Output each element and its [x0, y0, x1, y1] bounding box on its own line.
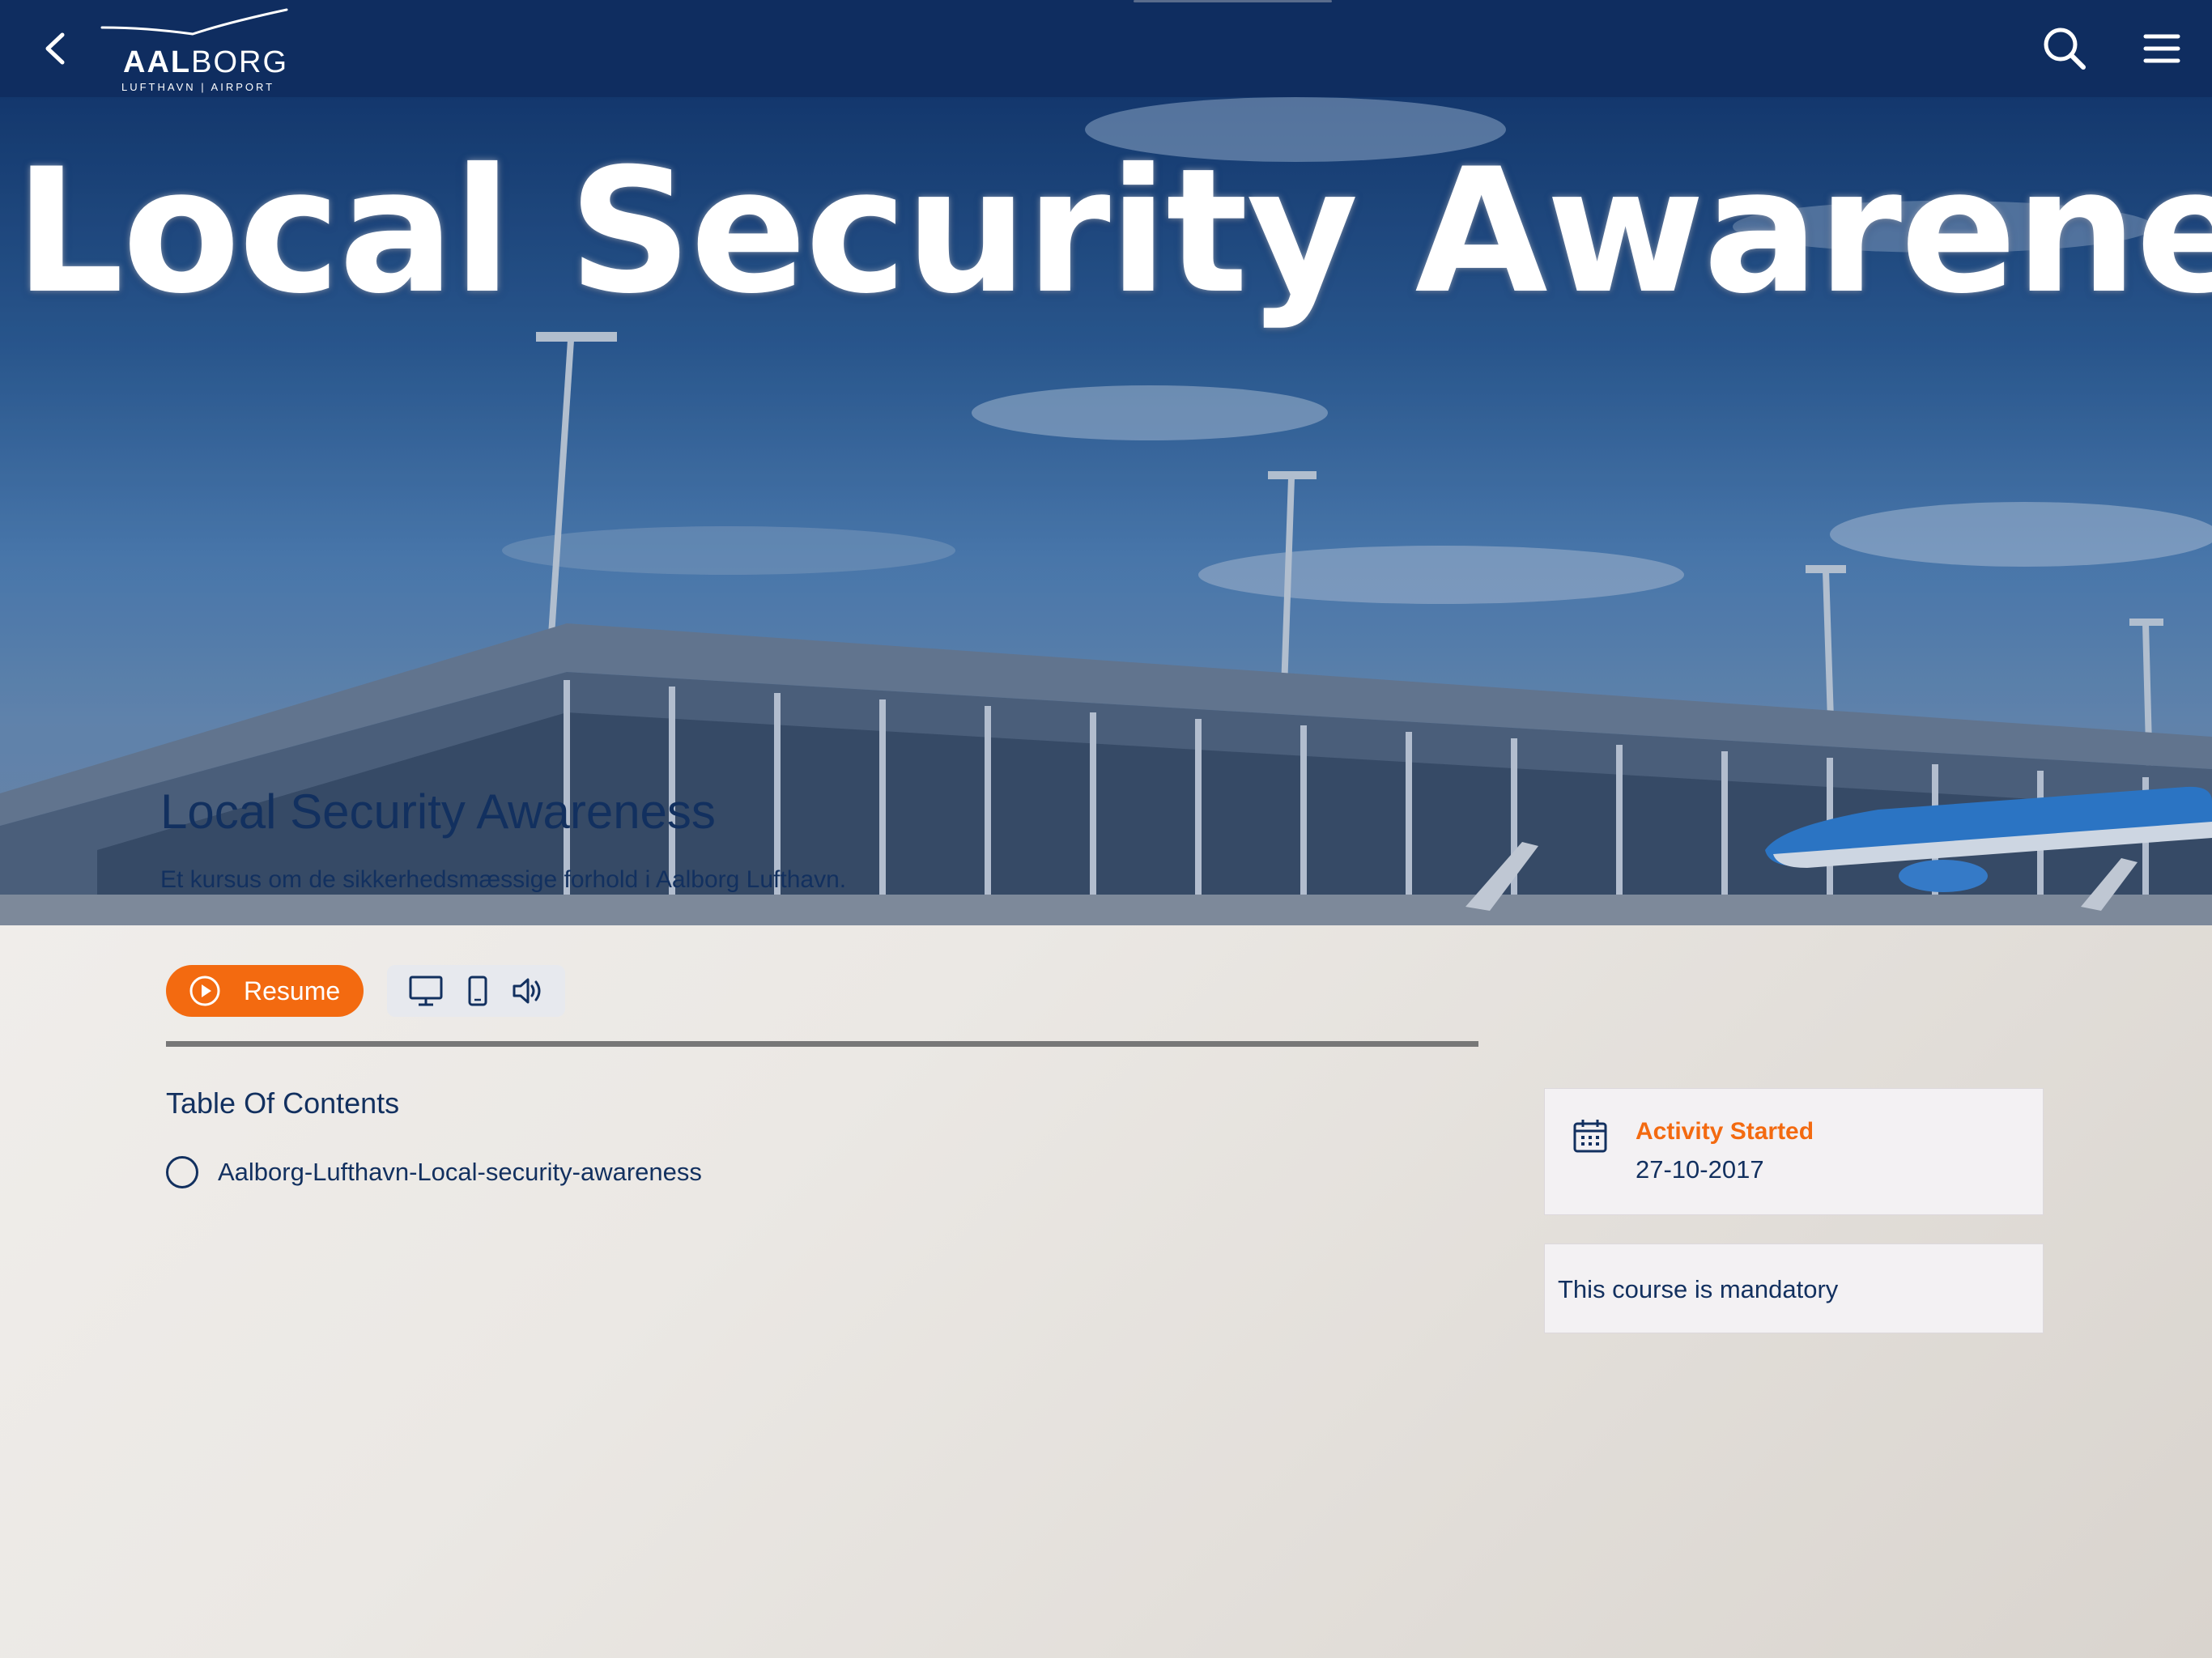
- top-drag-handle: [1134, 0, 1332, 2]
- resume-button[interactable]: Resume: [166, 965, 364, 1017]
- toc-heading: Table Of Contents: [166, 1086, 400, 1120]
- course-description: Et kursus om de sikkerhedsmæssige forhol…: [160, 866, 847, 893]
- resume-label: Resume: [244, 976, 341, 1005]
- speaker-icon: [510, 975, 546, 1007]
- mandatory-text: This course is mandatory: [1558, 1275, 1839, 1303]
- hamburger-menu-icon: [2143, 34, 2180, 63]
- search-button[interactable]: [2032, 16, 2097, 81]
- hero-banner-text: Local Security Awareness: [15, 131, 2212, 331]
- back-button[interactable]: [24, 16, 89, 81]
- course-title: Local Security Awareness: [160, 784, 716, 839]
- top-navigation-bar: AALBORG LUFTHAVN | AIRPORT: [0, 0, 2212, 97]
- menu-button[interactable]: [2129, 16, 2194, 81]
- calendar-icon: [1573, 1120, 1607, 1153]
- search-icon: [2044, 28, 2086, 70]
- progress-divider: [166, 1041, 1478, 1047]
- toc-item-label: Aalborg-Lufthavn-Local-security-awarenes…: [218, 1158, 702, 1186]
- activity-started-date: 27-10-2017: [1636, 1155, 1764, 1184]
- activity-started-label: Activity Started: [1636, 1118, 1814, 1145]
- device-compatibility-group: [387, 965, 565, 1017]
- aalborg-airport-logo[interactable]: AALBORG LUFTHAVN | AIRPORT: [97, 6, 291, 93]
- activity-card: Activity Started 27-10-2017: [1544, 1088, 2044, 1215]
- logo-subtitle: LUFTHAVN | AIRPORT: [121, 81, 275, 93]
- logo-wordmark: AALBORG: [123, 45, 289, 79]
- tablet-icon: [460, 975, 496, 1007]
- desktop-icon: [408, 975, 444, 1007]
- toc-item[interactable]: Aalborg-Lufthavn-Local-security-awarenes…: [166, 1154, 702, 1190]
- mandatory-card: This course is mandatory: [1544, 1244, 2044, 1333]
- play-circle-icon: [189, 976, 220, 1006]
- course-hero-banner: Local Security Awareness Local Security …: [0, 97, 2212, 925]
- status-circle-icon: [166, 1156, 198, 1188]
- logo-wing-mark: [100, 8, 288, 36]
- chevron-left-icon: [45, 32, 65, 65]
